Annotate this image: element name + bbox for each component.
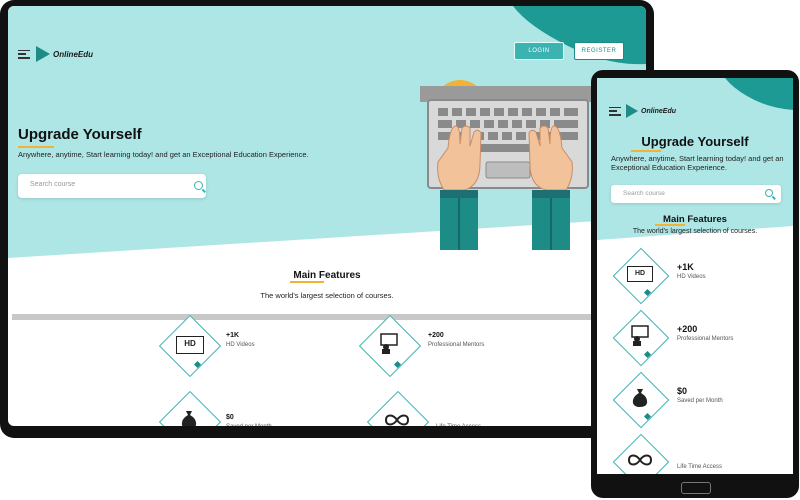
features-title-underline — [290, 281, 324, 283]
headline-underline — [18, 146, 54, 148]
infinity-icon — [382, 412, 412, 426]
feature-label: Life Time Access — [677, 464, 723, 470]
search-input[interactable]: Search course — [18, 174, 206, 198]
search-icon[interactable] — [194, 181, 203, 190]
feature-value: $0 — [226, 414, 234, 421]
tablet-screen: OnlineEdu LOGIN REGISTER Upgrade Yoursel… — [8, 6, 646, 426]
laptop-typing-illustration — [420, 80, 594, 250]
hero-subtitle: Anywhere, anytime, Start learning today!… — [611, 154, 784, 172]
feature-label: HD Videos — [226, 342, 255, 348]
features-title-underline — [655, 224, 685, 226]
feature-label: Saved per Month — [226, 424, 272, 426]
hero-headline: Upgrade Yourself — [641, 134, 749, 149]
feature-label: Professional Mentors — [677, 336, 734, 342]
mentor-icon — [629, 324, 651, 346]
section-scrollbar[interactable] — [12, 314, 642, 320]
feature-value: +200 — [428, 332, 444, 339]
hd-video-icon: HD — [627, 266, 653, 282]
money-bag-icon — [629, 386, 651, 408]
features-title: Main Features — [293, 270, 361, 281]
register-button[interactable]: REGISTER — [574, 42, 624, 60]
hero-subtitle: Anywhere, anytime, Start learning today!… — [18, 150, 309, 159]
brand-logo[interactable]: OnlineEdu — [36, 46, 93, 62]
brand-logo[interactable]: OnlineEdu — [626, 104, 676, 118]
feature-value: +1K — [226, 332, 240, 339]
hero-headline: Upgrade Yourself — [18, 126, 142, 143]
feature-label: Life Time Access — [436, 424, 481, 426]
features-subtitle: The world's largest selection of courses… — [260, 291, 394, 300]
hamburger-menu-icon[interactable] — [18, 49, 30, 59]
mentor-icon — [378, 332, 400, 354]
play-logo-icon — [626, 104, 638, 118]
phone-device: OnlineEdu Upgrade Yourself Anywhere, any… — [591, 70, 799, 498]
feature-label: HD Videos — [677, 274, 706, 280]
search-input[interactable]: Search course — [611, 185, 781, 203]
phone-home-button[interactable] — [681, 482, 711, 494]
tablet-device: OnlineEdu LOGIN REGISTER Upgrade Yoursel… — [0, 0, 654, 438]
search-placeholder: Search course — [30, 181, 76, 188]
feature-value: +1K — [677, 262, 694, 272]
headline-underline — [631, 150, 661, 152]
brand-name: OnlineEdu — [641, 107, 676, 115]
hd-video-icon: HD — [176, 336, 204, 354]
infinity-icon — [625, 452, 655, 468]
login-button[interactable]: LOGIN — [514, 42, 564, 60]
play-logo-icon — [36, 46, 50, 62]
feature-value: $0 — [677, 386, 688, 396]
features-subtitle: The world's largest selection of courses… — [632, 228, 758, 235]
search-icon[interactable] — [765, 189, 773, 197]
feature-label: Saved per Month — [677, 398, 723, 404]
feature-label: Professional Mentors — [428, 342, 485, 348]
phone-navbar: OnlineEdu — [609, 104, 676, 118]
features-title: Main Features — [663, 214, 727, 225]
brand-name: OnlineEdu — [53, 49, 93, 59]
feature-value: +200 — [677, 324, 698, 334]
phone-screen: OnlineEdu Upgrade Yourself Anywhere, any… — [597, 78, 793, 474]
hamburger-menu-icon[interactable] — [609, 106, 621, 116]
search-placeholder: Search course — [623, 190, 665, 197]
tablet-navbar: OnlineEdu — [18, 46, 93, 62]
money-bag-icon — [178, 408, 200, 426]
